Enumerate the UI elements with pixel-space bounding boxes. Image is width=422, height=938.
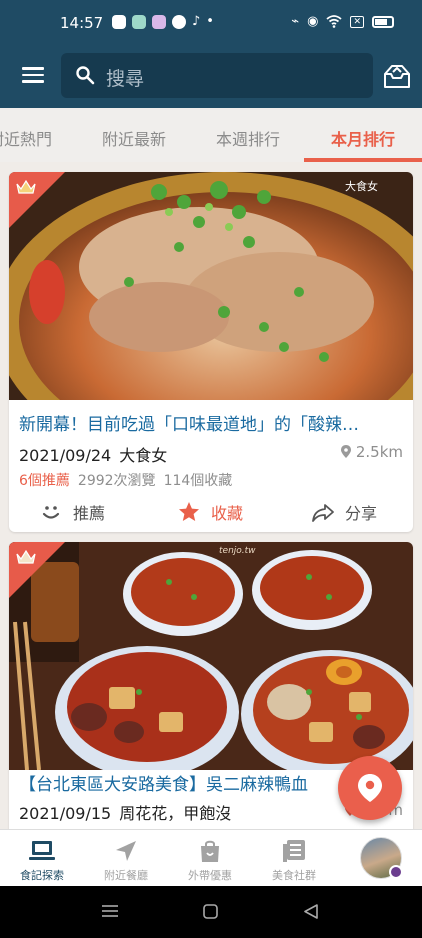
- smile-icon: [42, 506, 60, 519]
- map-location-button[interactable]: [338, 756, 402, 820]
- sim-icon: ✕: [350, 15, 364, 28]
- nav-takeout-deals[interactable]: 外帶優惠: [168, 830, 252, 887]
- status-time: 14:57: [60, 14, 104, 32]
- post-date: 2021/09/15: [19, 804, 112, 823]
- post-author[interactable]: 大食女: [119, 446, 167, 465]
- music-note-icon: ♪: [192, 14, 201, 29]
- post-feed[interactable]: 大食女 新開幕！目前吃過「口味最道地」的「酸辣… 2021/09/24 大食女 2…: [0, 162, 422, 829]
- post-meta: 2021/09/24 大食女: [19, 442, 167, 466]
- post-photo[interactable]: [9, 542, 413, 770]
- location-icon: ◉: [307, 14, 319, 29]
- tab-weekly-ranking[interactable]: 本週排行: [216, 126, 280, 150]
- search-placeholder: 搜尋: [106, 68, 145, 90]
- post-distance: 2.5km: [341, 443, 403, 461]
- tab-bar: 附近熱門 附近最新 本週排行 本月排行: [0, 108, 422, 162]
- inbox-icon[interactable]: [382, 60, 412, 90]
- laptop-icon: [29, 841, 55, 860]
- verified-badge-icon: [389, 865, 403, 879]
- nav-nearby-restaurants[interactable]: 附近餐廳: [84, 830, 168, 887]
- bottom-navigation: 食記探索 附近餐廳 外帶優惠 美食社群: [0, 829, 422, 886]
- tab-nearby-latest[interactable]: 附近最新: [102, 126, 166, 150]
- photo-watermark: tenjo.tw: [219, 546, 256, 556]
- save-button[interactable]: 收藏: [177, 500, 243, 524]
- recommend-count: 6個推薦: [19, 473, 70, 489]
- messenger-icon: [112, 14, 126, 29]
- recommend-button[interactable]: 推薦: [39, 500, 105, 524]
- post-card[interactable]: 大食女 新開幕！目前吃過「口味最道地」的「酸辣… 2021/09/24 大食女 2…: [9, 172, 413, 532]
- star-icon: [179, 502, 199, 521]
- system-icons: ⌁ ◉ ✕: [291, 14, 394, 29]
- shopping-bag-icon: [201, 840, 219, 862]
- location-pin-icon: [341, 445, 352, 458]
- navigation-arrow-icon: [116, 841, 136, 861]
- search-input[interactable]: 搜尋: [61, 53, 373, 98]
- post-date: 2021/09/24: [19, 446, 112, 465]
- tab-monthly-ranking[interactable]: 本月排行: [331, 126, 395, 150]
- tab-nearby-popular[interactable]: 附近熱門: [0, 126, 52, 150]
- share-button[interactable]: 分享: [311, 500, 377, 524]
- nav-food-community[interactable]: 美食社群: [252, 830, 336, 887]
- app-notification-icon: [132, 14, 146, 29]
- search-icon: [76, 66, 95, 85]
- post-stats: 6個推薦 2992次瀏覽 114個收藏: [19, 470, 232, 490]
- view-count: 2992次瀏覽: [77, 473, 156, 489]
- notification-icons: ♪ •: [112, 14, 214, 29]
- app-notification-icon-2: [152, 14, 166, 29]
- recent-apps-icon[interactable]: [102, 904, 118, 918]
- home-icon[interactable]: [203, 904, 218, 919]
- app-notification-icon-3: [172, 14, 186, 29]
- share-icon: [312, 504, 334, 522]
- post-author[interactable]: 周花花，甲飽沒: [119, 804, 231, 823]
- article-icon: [283, 840, 305, 862]
- post-meta: 2021/09/15 周花花，甲飽沒: [19, 800, 231, 824]
- battery-icon: [372, 15, 394, 28]
- save-count: 114個收藏: [163, 473, 233, 489]
- back-icon[interactable]: [304, 904, 318, 919]
- system-navigation-bar: [0, 886, 422, 938]
- location-pin-icon: [358, 774, 382, 802]
- vibrate-icon: ⌁: [291, 14, 300, 29]
- post-title[interactable]: 新開幕！目前吃過「口味最道地」的「酸辣…: [19, 410, 405, 435]
- post-actions: 推薦 收藏 分享: [9, 490, 413, 532]
- status-bar: 14:57 ♪ • ⌁ ◉ ✕: [0, 0, 422, 44]
- crown-icon: [16, 179, 36, 194]
- more-dot-icon: •: [206, 14, 214, 29]
- menu-icon[interactable]: [22, 67, 44, 83]
- wifi-icon: [326, 15, 343, 28]
- nav-food-explore[interactable]: 食記探索: [0, 830, 84, 887]
- post-photo[interactable]: [9, 172, 413, 400]
- app-bar: 搜尋: [0, 44, 422, 108]
- photo-watermark: 大食女: [345, 180, 378, 193]
- crown-icon: [16, 549, 36, 564]
